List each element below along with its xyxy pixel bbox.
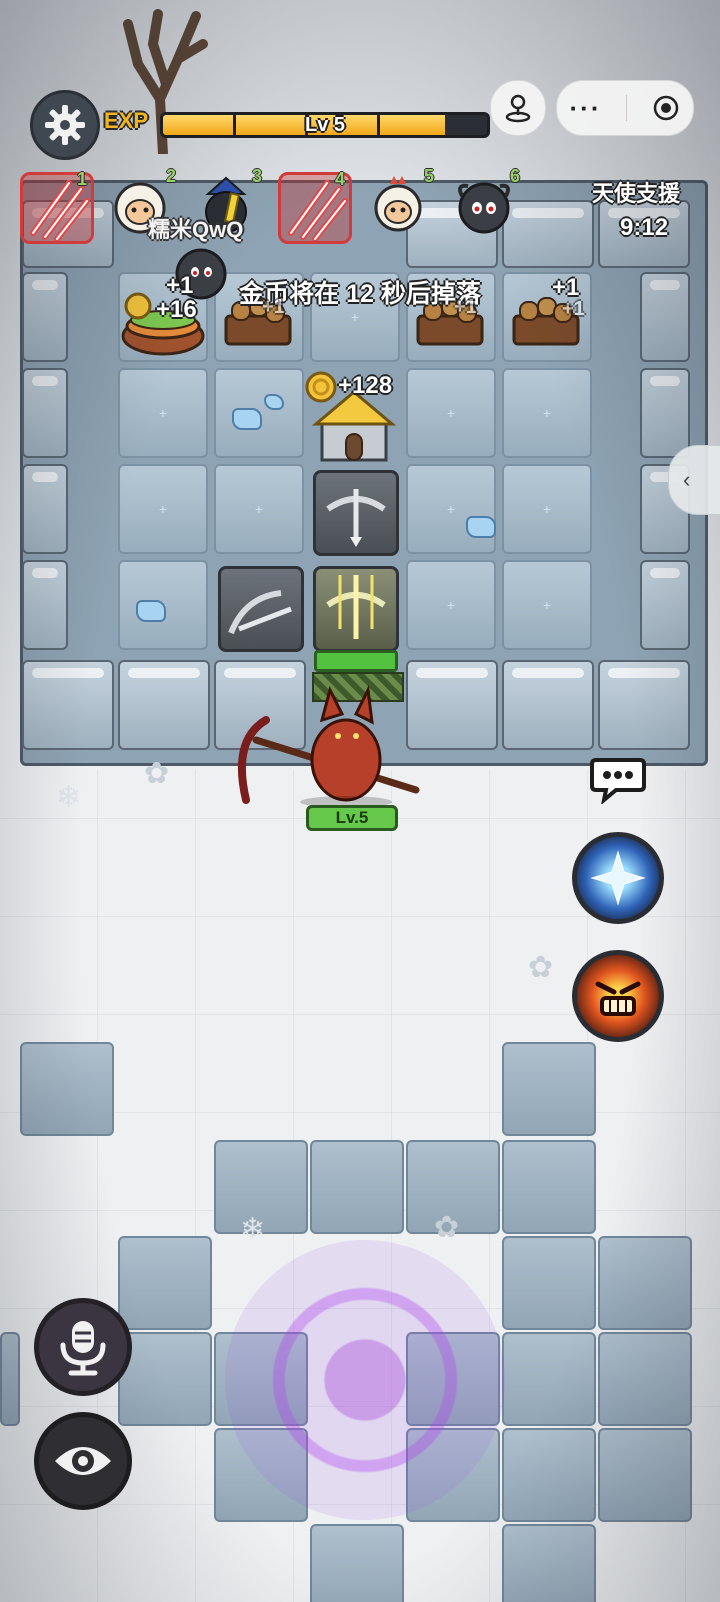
ice-floor-tile [502,1236,596,1330]
ice-floor-tile [118,1236,212,1330]
build-tile[interactable]: + [118,368,208,458]
chicken-sheep-icon [374,176,422,232]
wall-stone [22,464,68,554]
crossbow-icon [326,575,386,639]
ice-floor-tile [502,1332,596,1426]
crossbow-turret-upgrading[interactable] [313,566,399,652]
crossbow-turret[interactable] [218,566,304,652]
ice-crystal[interactable] [232,408,262,430]
coin-gain-label: +128 [338,372,393,399]
build-tile[interactable]: + [406,560,496,650]
snowflake-decor-icon: ❄ [56,781,82,814]
angel-support-title[interactable]: 天使支援 [592,176,680,208]
player-slot-4[interactable]: 4 [278,169,352,244]
settings-button[interactable] [30,90,100,160]
build-tile[interactable]: + [502,560,592,650]
ice-floor-tile [20,1042,114,1136]
gear-icon [45,105,85,145]
wall-stone [640,368,690,458]
snowflake-decor-icon: ❄ [240,1213,266,1246]
build-tile[interactable]: + [406,368,496,458]
crossbow-turret[interactable] [313,470,399,556]
mini-program-capsule: ··· [556,80,694,136]
ice-floor-tile [310,1524,404,1602]
wall-stone [598,660,690,750]
eye-icon [55,1447,111,1475]
rage-skill-button[interactable] [572,950,664,1042]
resource-gain-label: +16 [156,296,197,323]
crossbow-icon [228,590,292,635]
build-tile[interactable]: + [502,368,592,458]
gate-health-bar [314,650,398,672]
purple-summon-rune-circle [225,1240,505,1520]
lightning-burst-icon [590,850,646,906]
build-tile[interactable]: + [214,464,304,554]
close-miniprogram-icon[interactable] [652,94,680,122]
side-panel-toggle[interactable]: ‹ [668,445,720,515]
chevron-left-icon: ‹ [683,467,691,492]
slot-number: 1 [76,169,87,189]
joystick-icon [505,94,531,123]
joystick-button[interactable] [490,80,546,136]
more-options-icon[interactable]: ··· [570,93,602,124]
crossbow-icon [326,489,386,547]
view-toggle-button[interactable] [34,1412,132,1510]
ice-floor-tile [502,1140,596,1234]
player-level-text: Lv 5 [304,114,346,136]
slot-number: 3 [251,166,262,186]
ice-floor-tile [598,1332,692,1426]
snowflake-decor-icon: ✿ [528,951,554,984]
ice-crystal[interactable] [264,394,284,410]
microphone-icon [60,1321,106,1376]
resource-gain-label: +1 [562,298,585,320]
player-slot-6[interactable]: 6 [450,166,524,244]
voice-chat-button[interactable] [34,1298,132,1396]
werewolf-hero-icon[interactable] [226,680,426,810]
build-tile[interactable]: + [118,464,208,554]
hero-level-badge: Lv.5 [306,805,398,831]
slot-number: 4 [334,169,345,189]
slot-number: 2 [165,166,176,186]
ice-floor-tile [118,1332,212,1426]
slot-number: 6 [509,166,520,186]
wall-stone [22,368,68,458]
ice-floor-tile [0,1332,20,1426]
coin-drop-notice: 金币将在 12 秒后掉落 [239,280,481,308]
ice-floor-tile [310,1140,404,1234]
wall-stone [502,660,594,750]
gold-coin-icon [305,371,337,403]
slot-number: 5 [423,166,434,186]
wall-stone [22,660,114,750]
exp-label: EXP [104,108,149,133]
chat-button[interactable] [590,754,646,804]
ice-floor-tile [598,1428,692,1522]
lightning-skill-button[interactable] [572,832,664,924]
player-slot-5[interactable]: 5 [364,166,438,244]
exp-progress-bar: Lv 5 [160,112,490,138]
black-sheep-icon [458,182,510,234]
ice-floor-tile [502,1524,596,1602]
angel-support-timer: 9:12 [620,214,669,241]
ice-floor-tile [502,1042,596,1136]
player-nickname: 糯米QwQ [148,217,244,242]
wall-stone [118,660,210,750]
angry-face-icon [595,981,641,1016]
chat-bubble-icon [590,758,646,804]
wall-stone [22,560,68,650]
ice-crystal[interactable] [136,600,166,622]
ice-crystal[interactable] [466,516,496,538]
resource-gain-label: +1 [262,296,285,318]
snowflake-decor-icon: ✿ [434,1211,460,1244]
wall-stone [640,560,690,650]
ice-floor-tile [598,1236,692,1330]
build-tile[interactable]: + [502,464,592,554]
ice-floor-tile [502,1428,596,1522]
build-tile[interactable]: + [406,464,496,554]
player-slot-1[interactable]: 1 [20,169,94,244]
snowflake-decor-icon: ✿ [144,757,170,790]
resource-gain-label: +1 [454,296,477,318]
capsule-divider [626,95,628,121]
